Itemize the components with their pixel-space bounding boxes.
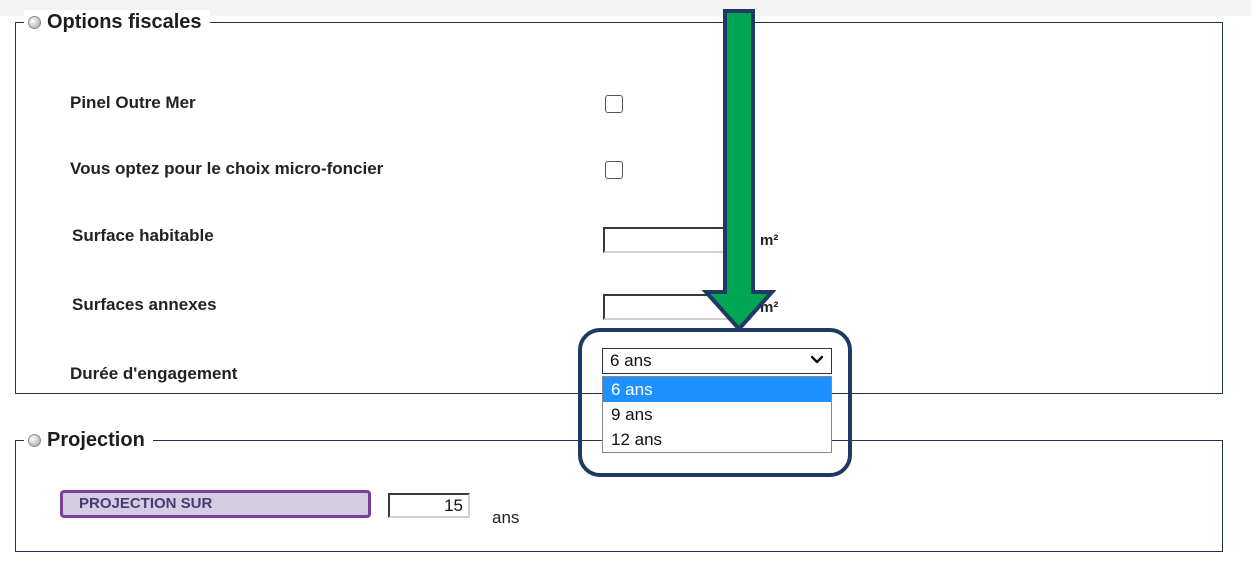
projection-years-unit: ans — [492, 508, 520, 527]
projection-years-input[interactable]: 15 — [388, 493, 470, 518]
microfoncier-label: Vous optez pour le choix micro-foncier — [70, 159, 384, 178]
projection-legend: Projection — [24, 428, 153, 452]
projection-sur-button[interactable]: PROJECTION SUR — [60, 490, 371, 518]
down-arrow-annotation-icon — [701, 9, 777, 333]
surface-habitable-label: Surface habitable — [72, 226, 214, 245]
surfaces-annexes-label: Surfaces annexes — [72, 295, 217, 314]
microfoncier-checkbox[interactable] — [605, 161, 623, 179]
bullet-icon — [28, 433, 41, 447]
duree-engagement-label: Durée d'engagement — [70, 364, 238, 383]
pinel-checkbox[interactable] — [605, 95, 623, 113]
pinel-label: Pinel Outre Mer — [70, 93, 196, 112]
fiscal-options-legend: Options fiscales — [24, 10, 210, 34]
bullet-icon — [28, 15, 41, 29]
fiscal-options-title: Options fiscales — [47, 11, 202, 33]
projection-title: Projection — [47, 429, 145, 451]
dropdown-highlight-frame — [578, 328, 852, 477]
